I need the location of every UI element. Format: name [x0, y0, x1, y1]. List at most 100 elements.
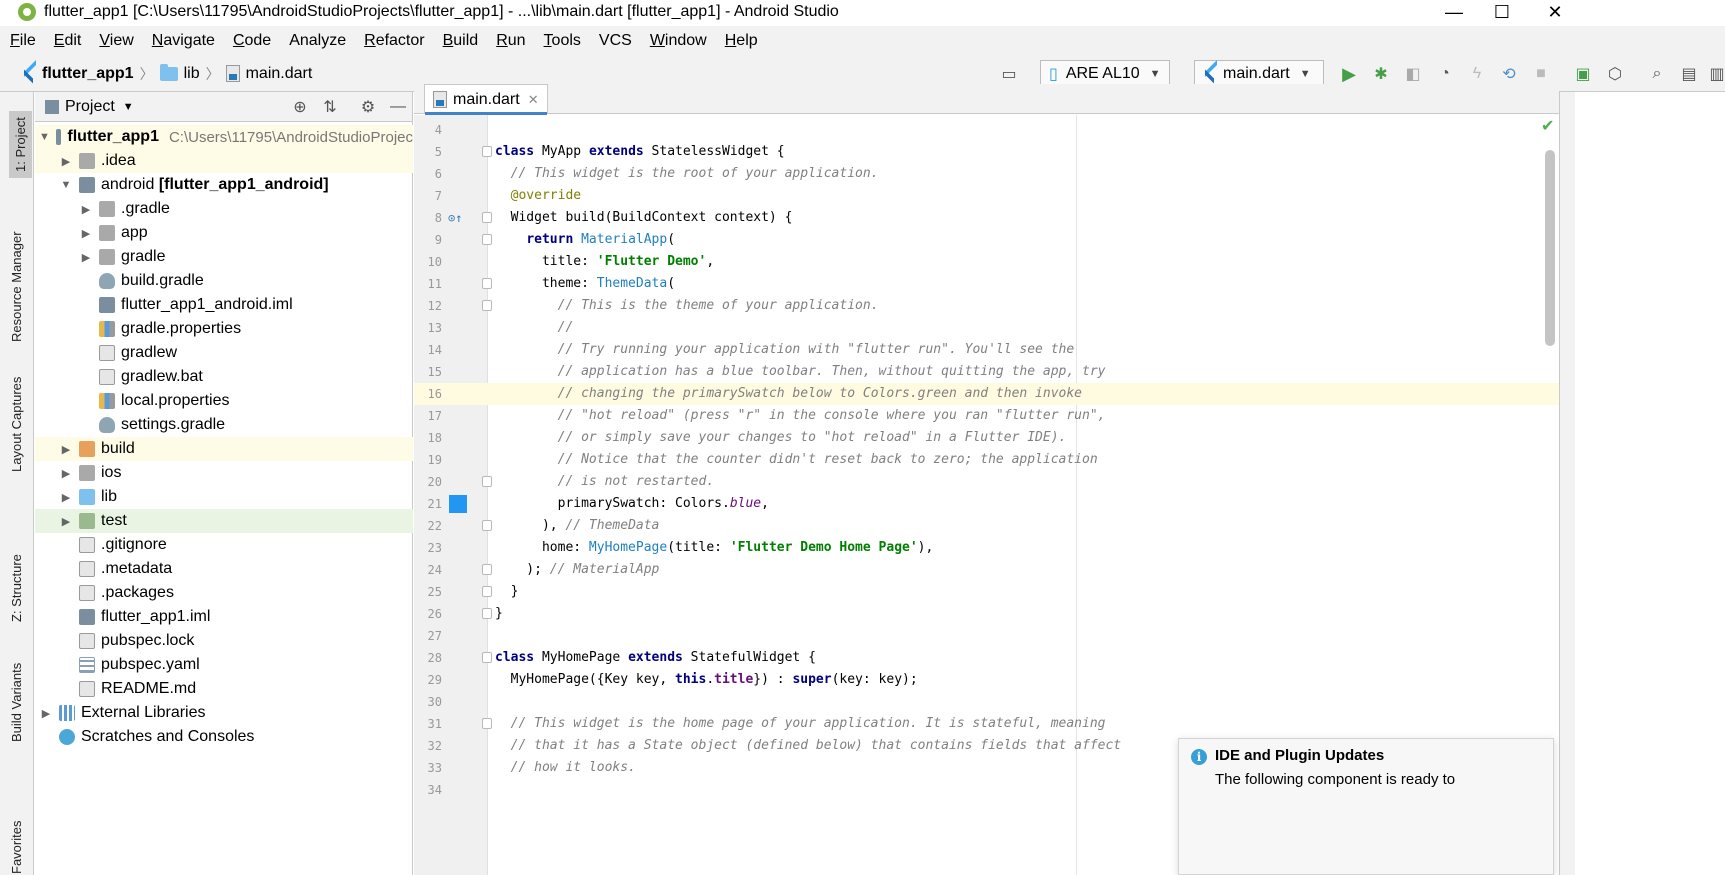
expand-arrow-icon[interactable]: ▶: [79, 203, 93, 216]
locate-icon[interactable]: ⊕: [289, 96, 311, 118]
menu-code[interactable]: Code: [233, 32, 271, 50]
search-icon[interactable]: ⌕: [1644, 62, 1670, 86]
terminal-icon[interactable]: ▭: [996, 62, 1022, 86]
hide-panel-icon[interactable]: —: [387, 96, 409, 118]
menu-build[interactable]: Build: [443, 32, 479, 50]
layout-icon[interactable]: ▥: [1704, 62, 1725, 86]
menu-view[interactable]: View: [99, 32, 133, 50]
expand-arrow-icon[interactable]: ▶: [59, 443, 73, 456]
expand-arrow-icon[interactable]: ▶: [59, 155, 73, 168]
expand-arrow-icon[interactable]: ▼: [39, 131, 50, 143]
minimize-button[interactable]: —: [1434, 0, 1474, 24]
code-line[interactable]: 27: [414, 625, 1559, 647]
code-line[interactable]: 14 // Try running your application with …: [414, 339, 1559, 361]
tree-item[interactable]: .packages: [35, 581, 413, 605]
code-line[interactable]: 5 class MyApp extends StatelessWidget {: [414, 141, 1559, 163]
tree-item[interactable]: flutter_app1.iml: [35, 605, 413, 629]
code-line[interactable]: 28 class MyHomePage extends StatefulWidge…: [414, 647, 1559, 669]
code-line[interactable]: 19 // Notice that the counter didn't res…: [414, 449, 1559, 471]
tool-tab-resource-manager[interactable]: Resource Manager: [9, 231, 24, 342]
code-line[interactable]: 20 // is not restarted.: [414, 471, 1559, 493]
tree-item[interactable]: gradlew.bat: [35, 365, 413, 389]
tree-item[interactable]: Scratches and Consoles: [35, 725, 413, 749]
attach-debugger-icon[interactable]: ◧: [1400, 62, 1426, 86]
project-view-selector[interactable]: Project: [65, 98, 115, 116]
tab-main-dart[interactable]: main.dart ✕: [424, 84, 548, 115]
editor-scrollbar[interactable]: [1545, 150, 1555, 346]
menu-window[interactable]: Window: [650, 32, 707, 50]
expand-arrow-icon[interactable]: ▼: [59, 179, 73, 191]
tree-item[interactable]: ▶ app: [35, 221, 413, 245]
inspection-ok-icon[interactable]: ✔: [1541, 116, 1554, 136]
expand-arrow-icon[interactable]: ▶: [59, 491, 73, 504]
tree-item[interactable]: ▶ gradle: [35, 245, 413, 269]
breadcrumb-lib[interactable]: lib: [184, 65, 200, 83]
tree-item[interactable]: gradle.properties: [35, 317, 413, 341]
code-line[interactable]: 30: [414, 691, 1559, 713]
code-line[interactable]: 23 home: MyHomePage(title: 'Flutter Demo…: [414, 537, 1559, 559]
tree-item[interactable]: ▶ lib: [35, 485, 413, 509]
code-line[interactable]: 6 // This widget is the root of your app…: [414, 163, 1559, 185]
hot-restart-icon[interactable]: ⟲: [1496, 62, 1522, 86]
chevron-down-icon[interactable]: ▼: [123, 101, 134, 113]
tool-tab-structure[interactable]: Z: Structure: [9, 554, 24, 622]
close-button[interactable]: ✕: [1535, 0, 1575, 24]
code-line[interactable]: 4: [414, 119, 1559, 141]
debug-icon[interactable]: ✱: [1368, 62, 1394, 86]
code-line[interactable]: 8 ⊙↑ Widget build(BuildContext context) {: [414, 207, 1559, 229]
menu-navigate[interactable]: Navigate: [152, 32, 215, 50]
menu-edit[interactable]: Edit: [54, 32, 82, 50]
profile-icon[interactable]: ◔: [1432, 62, 1458, 86]
hot-reload-icon[interactable]: ϟ: [1464, 62, 1490, 86]
tree-item[interactable]: settings.gradle: [35, 413, 413, 437]
tree-item[interactable]: ▼ android [flutter_app1_android]: [35, 173, 413, 197]
project-structure-icon[interactable]: ▤: [1676, 62, 1702, 86]
stop-icon[interactable]: ■: [1528, 62, 1554, 86]
code-line[interactable]: 17 // "hot reload" (press "r" in the con…: [414, 405, 1559, 427]
menu-run[interactable]: Run: [496, 32, 525, 50]
tree-item[interactable]: pubspec.lock: [35, 629, 413, 653]
menu-vcs[interactable]: VCS: [599, 32, 632, 50]
code-line[interactable]: 31 // This widget is the home page of yo…: [414, 713, 1559, 735]
code-line[interactable]: 13 //: [414, 317, 1559, 339]
menu-analyze[interactable]: Analyze: [289, 32, 346, 50]
menu-refactor[interactable]: Refactor: [364, 32, 424, 50]
code-line[interactable]: 15 // application has a blue toolbar. Th…: [414, 361, 1559, 383]
tree-item[interactable]: .metadata: [35, 557, 413, 581]
code-line[interactable]: 10 title: 'Flutter Demo',: [414, 251, 1559, 273]
maximize-button[interactable]: ☐: [1482, 0, 1522, 24]
color-swatch-icon[interactable]: [449, 495, 467, 513]
tree-item[interactable]: .gitignore: [35, 533, 413, 557]
tool-tab-project[interactable]: 1: Project: [9, 111, 32, 178]
tree-item[interactable]: ▶ .gradle: [35, 197, 413, 221]
gear-icon[interactable]: ⚙: [357, 96, 379, 118]
override-marker-icon[interactable]: ⊙↑: [448, 207, 462, 229]
tree-item[interactable]: flutter_app1_android.iml: [35, 293, 413, 317]
code-line[interactable]: 25 }: [414, 581, 1559, 603]
code-line[interactable]: 21 primarySwatch: Colors.blue,: [414, 493, 1559, 515]
code-line[interactable]: 7 @override: [414, 185, 1559, 207]
code-line[interactable]: 11 theme: ThemeData(: [414, 273, 1559, 295]
avd-manager-icon[interactable]: ▣: [1570, 62, 1596, 86]
breadcrumb-file[interactable]: main.dart: [246, 65, 313, 83]
expand-arrow-icon[interactable]: ▶: [59, 515, 73, 528]
tree-item[interactable]: ▶ build: [35, 437, 413, 461]
tree-item[interactable]: pubspec.yaml: [35, 653, 413, 677]
run-icon[interactable]: ▶: [1336, 62, 1362, 86]
update-notification[interactable]: i IDE and Plugin Updates The following c…: [1178, 738, 1554, 875]
tool-tab-build-variants[interactable]: Build Variants: [9, 663, 24, 742]
tree-item[interactable]: ▶ External Libraries: [35, 701, 413, 725]
menu-file[interactable]: File: [10, 32, 36, 50]
tree-item[interactable]: ▶ ios: [35, 461, 413, 485]
tree-item[interactable]: gradlew: [35, 341, 413, 365]
tree-item[interactable]: build.gradle: [35, 269, 413, 293]
expand-arrow-icon[interactable]: ▶: [79, 251, 93, 264]
sdk-manager-icon[interactable]: ⬡: [1602, 62, 1628, 86]
expand-arrow-icon[interactable]: ▶: [59, 467, 73, 480]
tree-item[interactable]: local.properties: [35, 389, 413, 413]
expand-arrow-icon[interactable]: ▶: [79, 227, 93, 240]
menu-tools[interactable]: Tools: [544, 32, 581, 50]
tree-item[interactable]: README.md: [35, 677, 413, 701]
breadcrumb-project[interactable]: flutter_app1: [42, 65, 134, 83]
expand-arrow-icon[interactable]: ▶: [39, 707, 53, 720]
